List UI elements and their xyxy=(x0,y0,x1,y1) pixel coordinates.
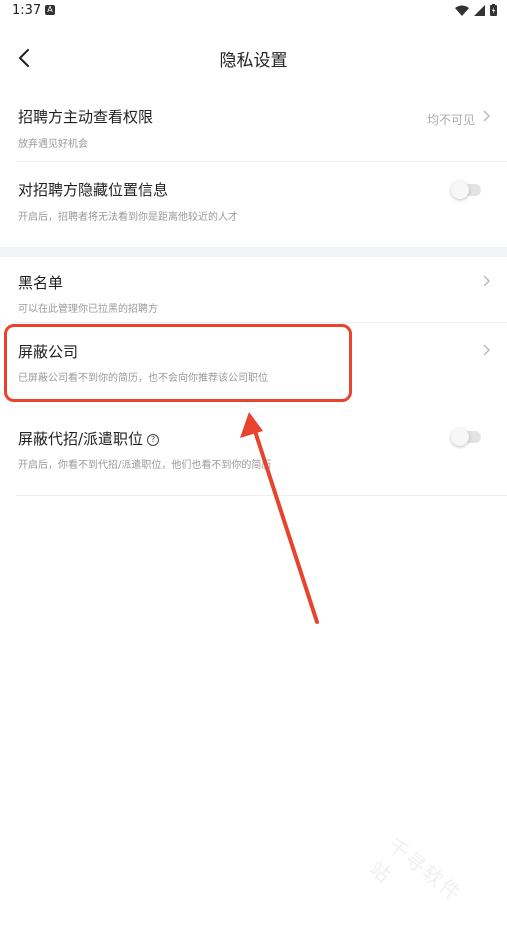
row-desc: 开启后，你看不到代招/派遣职位，他们也看不到你的简历 xyxy=(18,460,272,471)
row-desc: 已屏蔽公司看不到你的简历，也不会向你推荐该公司职位 xyxy=(18,373,268,384)
recruiter-view-permission-row[interactable]: 招聘方主动查看权限 放弃遇见好机会 均不可见 xyxy=(0,96,507,162)
question-circle-icon[interactable]: ? xyxy=(147,433,160,446)
row-title: 招聘方主动查看权限 xyxy=(18,108,154,126)
hide-location-row: 对招聘方隐藏位置信息 开启后，招聘者将无法看到你是距离他较近的人才 xyxy=(0,168,507,238)
toggle-knob xyxy=(451,181,469,199)
battery-charging-icon xyxy=(490,4,497,16)
block-agency-jobs-row: 屏蔽代招/派遣职位? 开启后，你看不到代招/派遣职位，他们也看不到你的简历 xyxy=(0,418,507,492)
toggle-knob xyxy=(451,428,469,446)
row-desc: 开启后，招聘者将无法看到你是距离他较近的人才 xyxy=(18,212,238,223)
divider xyxy=(16,161,507,162)
row-desc: 放弃遇见好机会 xyxy=(18,139,88,150)
blacklist-row[interactable]: 黑名单 可以在此管理你已拉黑的招聘方 xyxy=(0,262,507,322)
status-time: 1:37 xyxy=(12,3,42,18)
hide-location-toggle[interactable] xyxy=(451,181,481,199)
row-title: 黑名单 xyxy=(18,274,64,292)
chevron-right-icon xyxy=(483,275,491,287)
status-icons xyxy=(455,4,497,16)
row-desc: 可以在此管理你已拉黑的招聘方 xyxy=(18,304,158,315)
divider xyxy=(16,322,507,323)
nav-bar: 隐私设置 xyxy=(0,38,507,78)
status-bar: 1:37 A xyxy=(0,0,507,22)
wifi-icon xyxy=(455,5,469,16)
signal-icon xyxy=(474,4,485,16)
block-agency-toggle[interactable] xyxy=(451,428,481,446)
divider xyxy=(16,495,507,496)
page-title: 隐私设置 xyxy=(219,51,288,71)
row-title: 屏蔽代招/派遣职位? xyxy=(18,428,160,449)
chevron-right-icon xyxy=(483,110,491,122)
row-value: 均不可见 xyxy=(426,113,475,127)
row-title: 屏蔽公司 xyxy=(18,343,79,361)
block-company-row[interactable]: 屏蔽公司 已屏蔽公司看不到你的简历，也不会向你推荐该公司职位 xyxy=(0,330,507,398)
watermark: 千寻软件站 xyxy=(364,833,467,907)
row-title: 对招聘方隐藏位置信息 xyxy=(18,181,169,199)
chevron-right-icon xyxy=(483,344,491,356)
row-title-text: 屏蔽代招/派遣职位 xyxy=(18,430,144,448)
section-gap xyxy=(0,247,507,257)
app-notification-icon: A xyxy=(45,5,55,15)
